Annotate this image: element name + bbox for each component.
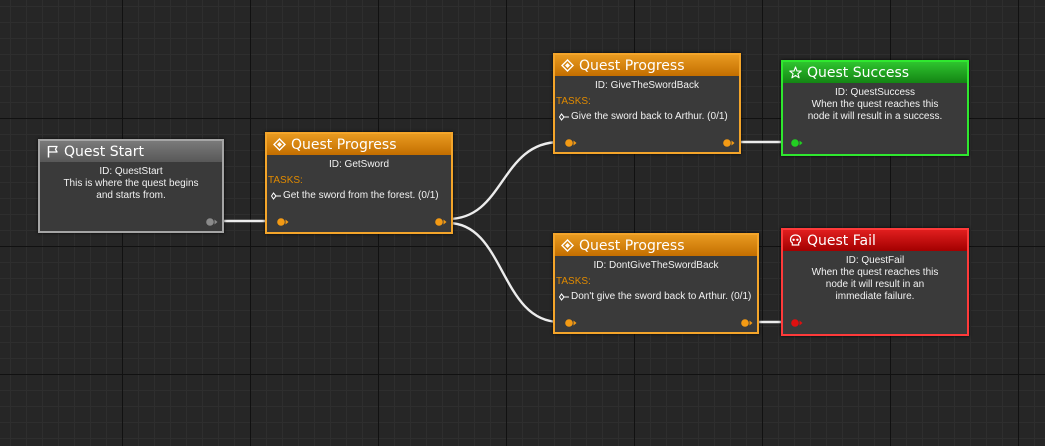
output-pin[interactable] [206,218,218,226]
quest-progress-givesword-node[interactable]: Quest Progress ID: GiveTheSwordBack TASK… [553,53,741,154]
flag-icon [47,145,58,158]
node-id: ID: DontGiveTheSwordBack [593,260,719,271]
node-header[interactable]: Quest Fail [783,230,967,251]
task-text: Don't give the sword back to Arthur. (0/… [571,291,752,302]
node-header[interactable]: Quest Start [40,141,222,162]
node-description: When the quest reaches this node it will… [811,267,939,302]
node-title: Quest Fail [807,232,876,249]
node-title: Quest Progress [579,237,685,254]
task-key-icon [559,292,569,301]
input-pin[interactable] [791,139,803,147]
node-header[interactable]: Quest Progress [555,235,757,256]
wire-getsword-to-givesword[interactable] [447,140,561,221]
node-header[interactable]: Quest Success [783,62,967,83]
tasks-heading: TASKS: [556,276,591,287]
skull-icon [789,234,802,246]
quest-progress-dontgive-node[interactable]: Quest Progress ID: DontGiveTheSwordBack … [553,233,759,334]
tasks-heading: TASKS: [268,175,303,186]
node-description: When the quest reaches this node it will… [807,99,943,122]
output-pin[interactable] [723,139,735,147]
quest-start-node[interactable]: Quest Start ID: QuestStart This is where… [38,139,224,233]
task-item: Don't give the sword back to Arthur. (0/… [559,291,757,302]
node-description: This is where the quest begins and start… [63,178,199,201]
node-id: ID: QuestSuccess [834,87,916,98]
input-pin[interactable] [791,319,803,327]
node-id: ID: GiveTheSwordBack [595,80,699,91]
node-title: Quest Progress [291,136,397,153]
node-title: Quest Progress [579,57,685,74]
task-text: Get the sword from the forest. (0/1) [283,190,439,201]
node-id: ID: GetSword [328,159,390,170]
diamond-icon [273,138,286,151]
diamond-icon [561,239,574,252]
task-key-icon [559,112,569,121]
node-title: Quest Success [807,64,910,81]
task-item: Get the sword from the forest. (0/1) [271,190,451,201]
quest-progress-getsword-node[interactable]: Quest Progress ID: GetSword TASKS: Get t… [265,132,453,234]
star-icon [789,66,802,79]
input-pin[interactable] [565,319,577,327]
task-key-icon [271,191,281,200]
output-pin[interactable] [741,319,753,327]
node-header[interactable]: Quest Progress [267,134,451,155]
task-item: Give the sword back to Arthur. (0/1) [559,111,739,122]
node-header[interactable]: Quest Progress [555,55,739,76]
task-text: Give the sword back to Arthur. (0/1) [571,111,728,122]
node-title: Quest Start [64,143,144,160]
quest-success-node[interactable]: Quest Success ID: QuestSuccess When the … [781,60,969,156]
input-pin[interactable] [565,139,577,147]
diamond-icon [561,59,574,72]
node-id: ID: QuestFail [845,255,905,266]
tasks-heading: TASKS: [556,96,591,107]
quest-fail-node[interactable]: Quest Fail ID: QuestFail When the quest … [781,228,969,336]
wire-getsword-to-dontgive[interactable] [447,221,561,324]
node-id: ID: QuestStart [99,166,163,177]
output-pin[interactable] [435,218,447,226]
input-pin[interactable] [277,218,289,226]
